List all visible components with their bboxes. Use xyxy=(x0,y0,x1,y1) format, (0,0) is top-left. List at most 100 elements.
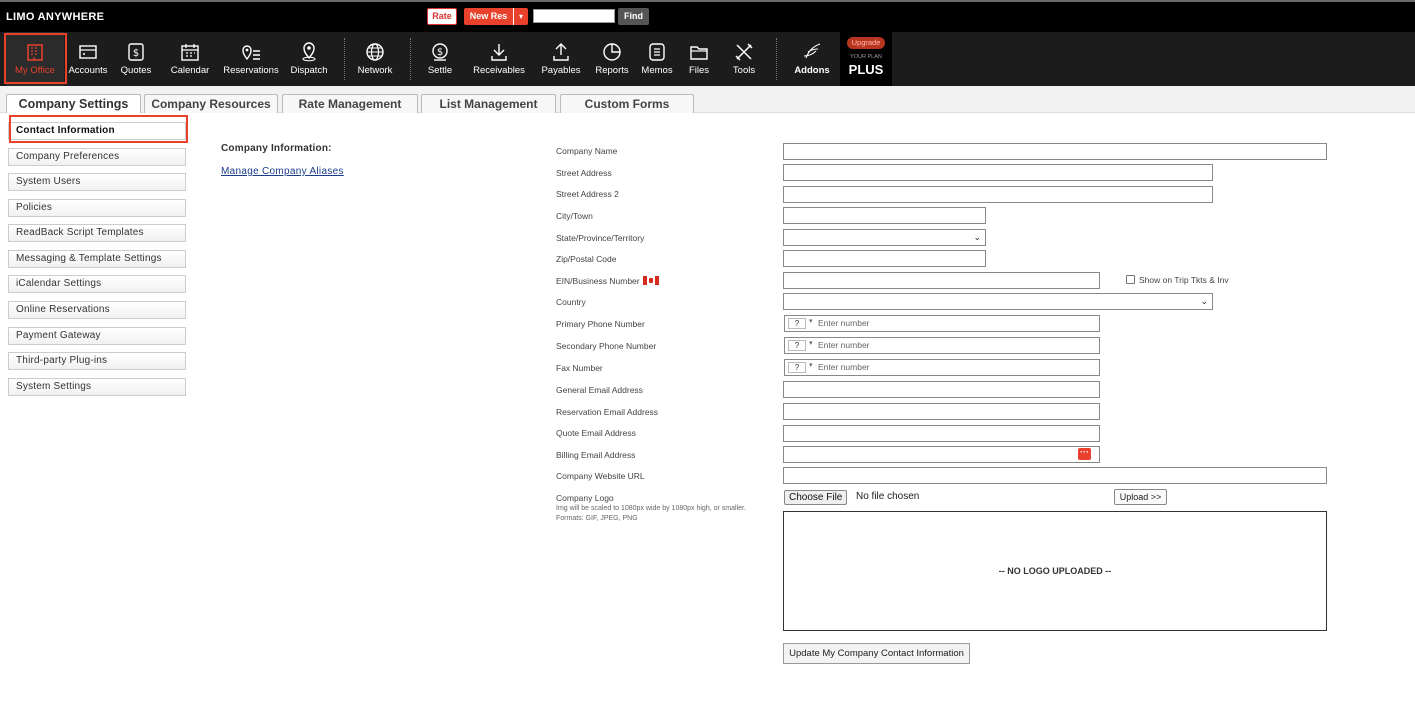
accounts-icon xyxy=(78,42,98,62)
nav-label: Reports xyxy=(595,65,629,76)
primary-phone-input[interactable]: ? ▾ Enter number xyxy=(784,315,1100,332)
nav-dispatch[interactable]: Dispatch xyxy=(288,32,330,86)
logo-hint-size: Img will be scaled to 1080px wide by 108… xyxy=(556,505,746,512)
pie-chart-icon xyxy=(602,42,622,62)
new-res-label[interactable]: New Res xyxy=(464,8,513,25)
section-title: Company Information: xyxy=(221,143,332,154)
nav-network[interactable]: Network xyxy=(355,32,395,86)
city-label: City/Town xyxy=(556,211,593,221)
general-email-input[interactable] xyxy=(783,381,1100,398)
billing-email-label: Billing Email Address xyxy=(556,450,636,460)
city-input[interactable] xyxy=(783,207,986,224)
nav-payables[interactable]: Payables xyxy=(537,32,585,86)
upgrade-button[interactable]: Upgrade xyxy=(847,37,885,49)
street-address-2-input[interactable] xyxy=(783,186,1213,203)
choose-file-button[interactable]: Choose File xyxy=(784,490,848,505)
tab-rate-management[interactable]: Rate Management xyxy=(282,94,418,113)
nav-reports[interactable]: Reports xyxy=(593,32,631,86)
reservation-email-label: Reservation Email Address xyxy=(556,407,659,417)
country-code-select[interactable]: ? xyxy=(788,362,806,373)
country-select[interactable]: ⌄ xyxy=(783,293,1213,310)
sidebar-item-system-users[interactable]: System Users xyxy=(8,173,186,191)
zip-label: Zip/Postal Code xyxy=(556,254,617,264)
nav-settle[interactable]: $ Settle xyxy=(422,32,458,86)
show-on-trip-checkbox[interactable] xyxy=(1126,275,1135,284)
calendar-icon xyxy=(180,42,200,62)
sidebar-item-payment-gateway[interactable]: Payment Gateway xyxy=(8,327,186,345)
file-status: No file chosen xyxy=(856,491,920,502)
nav-calendar[interactable]: Calendar xyxy=(166,32,214,86)
reservation-email-input[interactable] xyxy=(783,403,1100,420)
logo-hint-formats: Formats: GIF, JPEG, PNG xyxy=(556,515,638,522)
more-options-icon[interactable]: ··· xyxy=(1078,448,1091,460)
sidebar-item-policies[interactable]: Policies xyxy=(8,199,186,217)
settle-icon: $ xyxy=(430,42,450,62)
state-select[interactable]: ⌄ xyxy=(783,229,986,246)
company-name-input[interactable] xyxy=(783,143,1327,160)
tab-list-management[interactable]: List Management xyxy=(421,94,556,113)
nav-accounts[interactable]: Accounts xyxy=(66,32,110,86)
phone-placeholder: Enter number xyxy=(818,340,870,350)
quote-email-input[interactable] xyxy=(783,425,1100,442)
tab-company-resources[interactable]: Company Resources xyxy=(144,94,278,113)
reservations-icon xyxy=(241,42,261,62)
street-address-input[interactable] xyxy=(783,164,1213,181)
company-name-label: Company Name xyxy=(556,146,618,156)
caret-down-icon: ▾ xyxy=(809,340,813,347)
app-logo[interactable]: LIMO ANYWHERE xyxy=(6,11,104,23)
caret-down-icon: ▾ xyxy=(809,318,813,325)
tab-company-settings[interactable]: Company Settings xyxy=(6,94,141,113)
zip-input[interactable] xyxy=(783,250,986,267)
fax-input[interactable]: ? ▾ Enter number xyxy=(784,359,1100,376)
billing-email-input[interactable] xyxy=(783,446,1100,463)
logo-hint: Img will be scaled to 1080px wide by 108… xyxy=(556,504,756,524)
nav-addons[interactable]: Addons xyxy=(790,32,834,86)
caret-down-icon: ▾ xyxy=(809,362,813,369)
website-label: Company Website URL xyxy=(556,471,645,481)
website-input[interactable] xyxy=(783,467,1327,484)
nav-memos[interactable]: Memos xyxy=(639,32,675,86)
general-email-label: General Email Address xyxy=(556,385,643,395)
nav-quotes[interactable]: $ Quotes xyxy=(116,32,156,86)
nav-reservations[interactable]: Reservations xyxy=(222,32,280,86)
manage-company-aliases-link[interactable]: Manage Company Aliases xyxy=(221,166,344,177)
quick-search-input[interactable] xyxy=(533,9,615,23)
country-code-select[interactable]: ? xyxy=(788,318,806,329)
new-res-button[interactable]: New Res ▾ xyxy=(464,8,528,25)
rate-button[interactable]: Rate xyxy=(427,8,457,25)
globe-icon xyxy=(365,42,385,62)
nav-label: Memos xyxy=(641,65,673,76)
nav-label: Settle xyxy=(427,65,453,76)
sidebar-item-messaging-template-settings[interactable]: Messaging & Template Settings xyxy=(8,250,186,268)
nav-tools[interactable]: Tools xyxy=(728,32,760,86)
new-res-dropdown-icon[interactable]: ▾ xyxy=(513,8,528,25)
update-contact-button[interactable]: Update My Company Contact Information xyxy=(783,643,970,664)
show-on-trip-label: Show on Trip Tkts & Inv xyxy=(1139,275,1229,285)
upload-button[interactable]: Upload >> xyxy=(1114,489,1167,505)
nav-files[interactable]: Files xyxy=(684,32,714,86)
my-office-highlight xyxy=(4,33,67,84)
top-bar: LIMO ANYWHERE Rate New Res ▾ Find xyxy=(0,0,1415,32)
nav-label: Reservations xyxy=(223,65,279,76)
find-button[interactable]: Find xyxy=(618,8,649,25)
nav-label: Accounts xyxy=(68,65,108,76)
memo-icon xyxy=(647,42,667,62)
tab-custom-forms[interactable]: Custom Forms xyxy=(560,94,694,113)
nav-receivables[interactable]: Receivables xyxy=(470,32,528,86)
ein-input[interactable] xyxy=(783,272,1100,289)
sidebar-item-system-settings[interactable]: System Settings xyxy=(8,378,186,396)
secondary-phone-input[interactable]: ? ▾ Enter number xyxy=(784,337,1100,354)
state-label: State/Province/Territory xyxy=(556,233,645,243)
plan-name: PLUS xyxy=(848,62,884,77)
sidebar-item-icalendar-settings[interactable]: iCalendar Settings xyxy=(8,275,186,293)
street-address-label: Street Address xyxy=(556,168,612,178)
sidebar-item-third-party-plugins[interactable]: Third-party Plug-ins xyxy=(8,352,186,370)
sidebar-item-online-reservations[interactable]: Online Reservations xyxy=(8,301,186,319)
nav-label: Calendar xyxy=(170,65,210,76)
sidebar-item-readback-script-templates[interactable]: ReadBack Script Templates xyxy=(8,224,186,242)
nav-label: Dispatch xyxy=(290,65,328,76)
country-label: Country xyxy=(556,297,586,307)
country-code-select[interactable]: ? xyxy=(788,340,806,351)
sidebar-item-company-preferences[interactable]: Company Preferences xyxy=(8,148,186,166)
upload-icon xyxy=(551,42,571,62)
